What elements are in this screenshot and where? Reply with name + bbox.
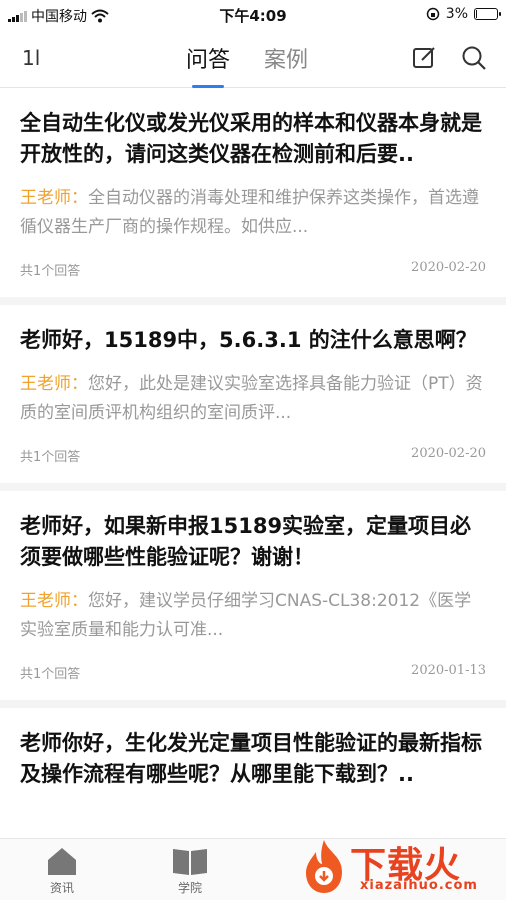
watermark-logo: 下载火 xiazaihuo.com	[298, 836, 498, 898]
question-title[interactable]: 老师好，15189中，5.6.3.1 的注什么意思啊？	[20, 305, 486, 356]
answer-preview: 王老师：您好，此处是建议实验室选择具备能力验证（PT）资质的室间质评机构组织的室…	[20, 370, 486, 428]
status-right: 3%	[426, 6, 501, 22]
teacher-name: 王老师：	[20, 374, 88, 394]
nav-actions	[410, 44, 488, 72]
question-title[interactable]: 老师你好，生化发光定量项目性能验证的最新指标及操作流程有哪些呢？从哪里能下载到？…	[20, 708, 486, 790]
answer-text: 您好，建议学员仔细学习CNAS-CL38:2012《医学实验室质量和能力认可准.…	[20, 591, 472, 640]
answer-count: 共1个回答	[20, 667, 81, 682]
answer-preview: 王老师：您好，建议学员仔细学习CNAS-CL38:2012《医学实验室质量和能力…	[20, 587, 486, 645]
question-card[interactable]: 全自动生化仪或发光仪采用的样本和仪器本身就是开放性的，请问这类仪器在检测前和后要…	[0, 88, 506, 305]
tab-qa[interactable]: 问答	[186, 42, 230, 88]
tab-bar: 问答 案例	[186, 42, 308, 88]
question-meta: 共1个回答 2020-01-13	[20, 663, 486, 700]
question-title[interactable]: 全自动生化仪或发光仪采用的样本和仪器本身就是开放性的，请问这类仪器在检测前和后要…	[20, 88, 486, 170]
top-nav: 1l 问答 案例	[0, 30, 506, 88]
sort-button[interactable]: 1l	[22, 46, 40, 70]
question-card[interactable]: 老师好，如果新申报15189实验室，定量项目必须要做哪些性能验证呢？谢谢！ 王老…	[0, 491, 506, 708]
question-date: 2020-02-20	[411, 260, 486, 275]
answer-count: 共1个回答	[20, 264, 81, 279]
status-bar: 中国移动 下午4:09 3%	[0, 0, 506, 30]
search-icon[interactable]	[460, 44, 488, 72]
question-meta: 共1个回答 2020-02-20	[20, 260, 486, 297]
answer-text: 全自动仪器的消毒处理和维护保养这类操作，首选遵循仪器生产厂商的操作规程。如供应.…	[20, 188, 479, 237]
battery-icon	[474, 8, 501, 20]
edit-icon[interactable]	[410, 44, 438, 72]
bottom-tab-label: 学院	[177, 881, 202, 895]
question-meta: 共1个回答 2020-02-20	[20, 446, 486, 483]
flame-logo-icon	[306, 840, 342, 893]
bottom-tab-academy[interactable]: 学院	[150, 845, 230, 896]
watermark-url: xiazaihuo.com	[360, 878, 478, 893]
book-icon	[173, 849, 207, 875]
question-list: 全自动生化仪或发光仪采用的样本和仪器本身就是开放性的，请问这类仪器在检测前和后要…	[0, 88, 506, 790]
bottom-tab-label: 资讯	[49, 881, 74, 895]
answer-text: 您好，此处是建议实验室选择具备能力验证（PT）资质的室间质评机构组织的室间质评.…	[20, 374, 483, 423]
teacher-name: 王老师：	[20, 188, 88, 208]
battery-fill	[476, 10, 477, 18]
answer-preview: 王老师：全自动仪器的消毒处理和维护保养这类操作，首选遵循仪器生产厂商的操作规程。…	[20, 184, 486, 242]
question-date: 2020-02-20	[411, 446, 486, 461]
question-card[interactable]: 老师好，15189中，5.6.3.1 的注什么意思啊？ 王老师：您好，此处是建议…	[0, 305, 506, 491]
question-title[interactable]: 老师好，如果新申报15189实验室，定量项目必须要做哪些性能验证呢？谢谢！	[20, 491, 486, 573]
battery-percent: 3%	[445, 6, 468, 22]
tab-cases[interactable]: 案例	[264, 42, 308, 84]
answer-count: 共1个回答	[20, 450, 81, 465]
question-date: 2020-01-13	[411, 663, 486, 678]
home-icon	[48, 848, 76, 875]
teacher-name: 王老师：	[20, 591, 88, 611]
bottom-tab-news[interactable]: 资讯	[22, 845, 102, 896]
rotation-lock-icon	[426, 7, 440, 21]
question-card[interactable]: 老师你好，生化发光定量项目性能验证的最新指标及操作流程有哪些呢？从哪里能下载到？…	[0, 708, 506, 790]
